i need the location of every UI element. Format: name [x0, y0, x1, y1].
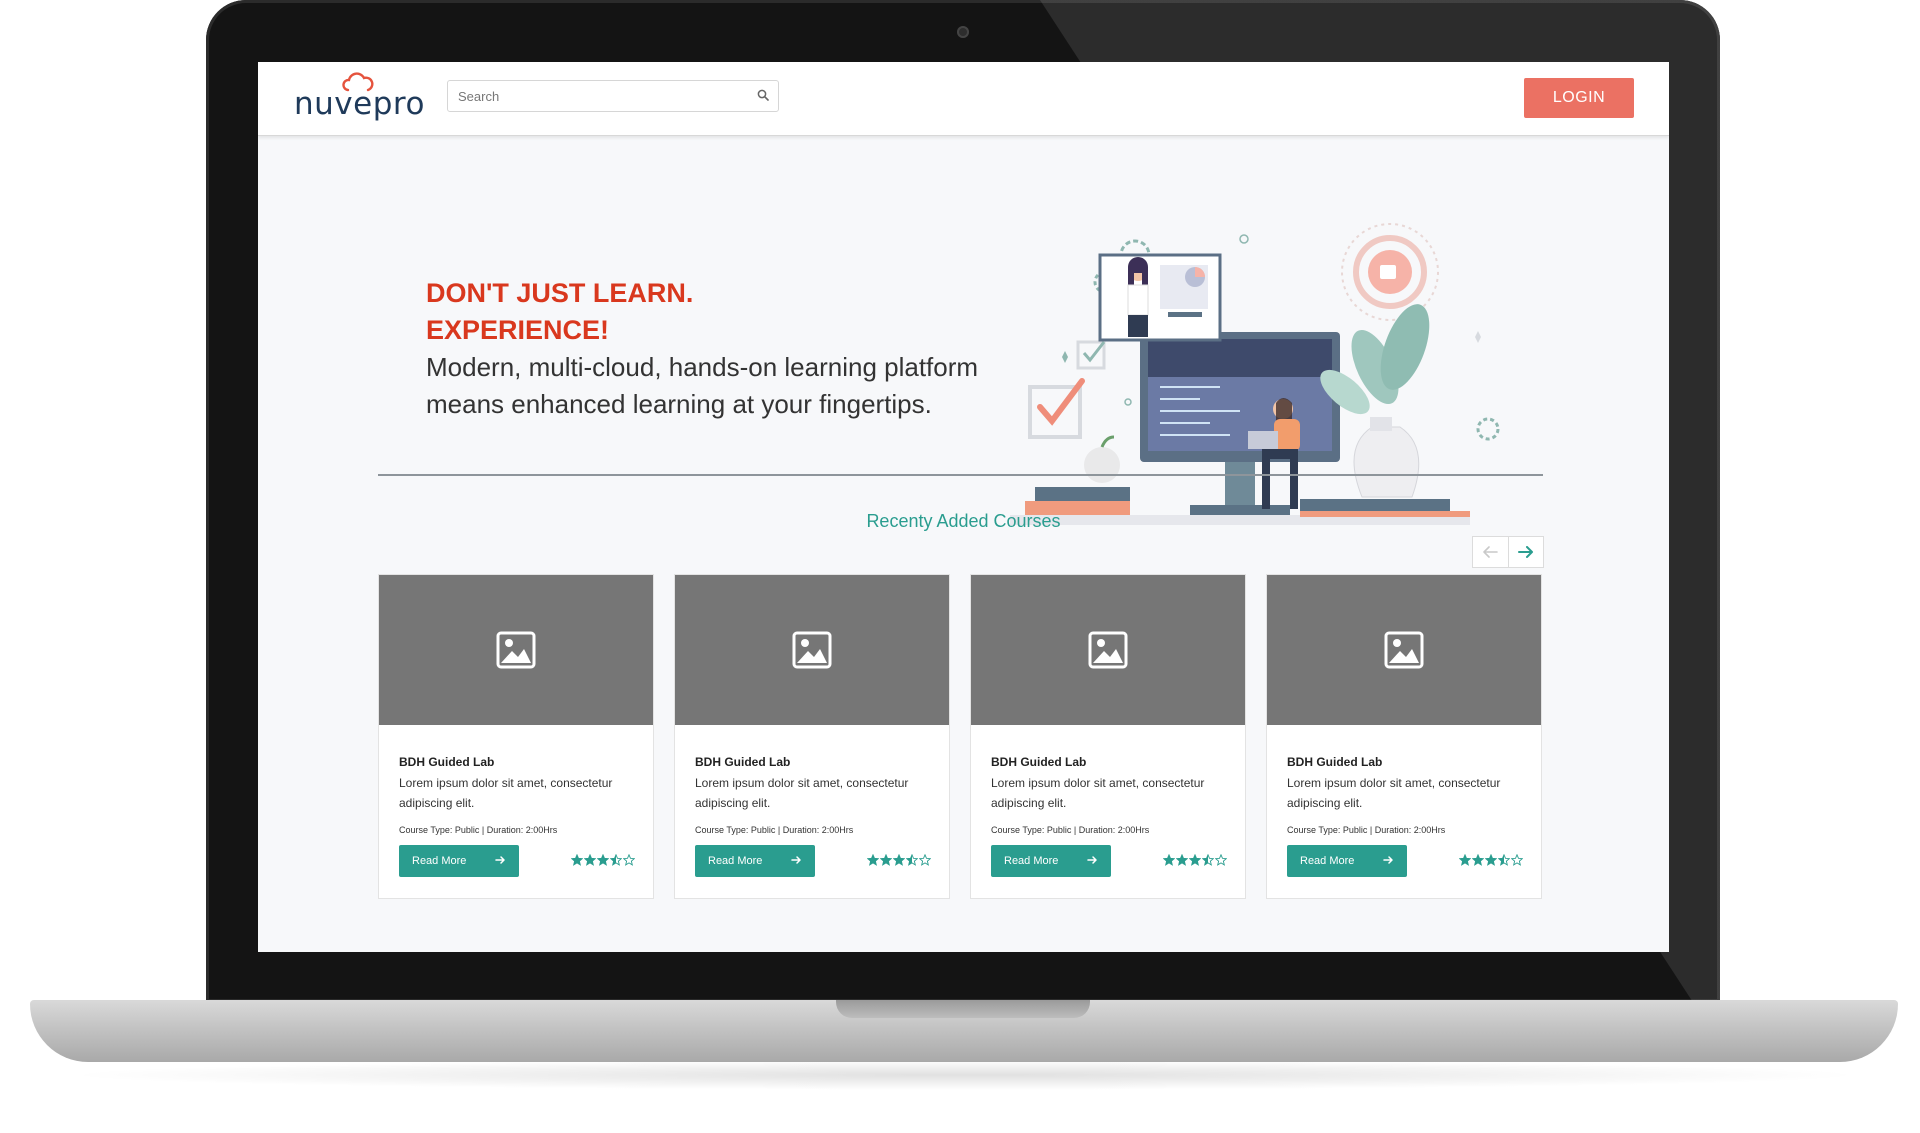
- course-title: BDH Guided Lab: [695, 755, 791, 769]
- hero-headline-1: DON'T JUST LEARN.: [426, 278, 694, 308]
- camera-icon: [957, 26, 969, 38]
- course-duration: Duration: 2:00Hrs: [1374, 825, 1446, 835]
- course-title: BDH Guided Lab: [1287, 755, 1383, 769]
- hero-divider: [378, 474, 1543, 476]
- course-image: [1267, 575, 1541, 725]
- arrow-left-icon: [1483, 546, 1499, 558]
- course-card[interactable]: BDH Guided Lab Lorem ipsum dolor sit ame…: [674, 574, 950, 899]
- laptop-notch: [836, 1000, 1090, 1018]
- course-description: Lorem ipsum dolor sit amet, consectetur …: [695, 776, 909, 810]
- star-icon: [623, 854, 635, 866]
- image-placeholder-icon: [496, 631, 536, 669]
- section-title: Recenty Added Courses: [866, 511, 1061, 531]
- star-icon: [584, 854, 596, 866]
- star-icon: [893, 854, 905, 866]
- logo-text: nuvepro: [294, 86, 425, 122]
- course-type: Course Type: Public: [399, 825, 480, 835]
- course-image: [675, 575, 949, 725]
- star-icon: [919, 854, 931, 866]
- star-icon: [1189, 854, 1201, 866]
- course-type: Course Type: Public: [991, 825, 1072, 835]
- laptop-shadow: [60, 1060, 1870, 1090]
- image-placeholder-icon: [1088, 631, 1128, 669]
- search-input[interactable]: [456, 81, 740, 111]
- star-icon: [1202, 854, 1214, 866]
- course-card[interactable]: BDH Guided Lab Lorem ipsum dolor sit ame…: [1266, 574, 1542, 899]
- course-duration: Duration: 2:00Hrs: [486, 825, 558, 835]
- screen: nuvepro LOGIN DON'T JUST LEARN. EXPERIEN…: [258, 62, 1669, 952]
- read-more-button[interactable]: Read More: [399, 845, 519, 877]
- course-description: Lorem ipsum dolor sit amet, consectetur …: [991, 776, 1205, 810]
- star-icon: [597, 854, 609, 866]
- star-icon: [1485, 854, 1497, 866]
- rating-stars: [571, 854, 635, 866]
- carousel-next-button[interactable]: [1509, 537, 1544, 567]
- course-image: [971, 575, 1245, 725]
- hero-text: DON'T JUST LEARN. EXPERIENCE! Modern, mu…: [426, 275, 1026, 423]
- image-placeholder-icon: [792, 631, 832, 669]
- read-more-button[interactable]: Read More: [991, 845, 1111, 877]
- rating-stars: [1459, 854, 1523, 866]
- read-more-label: Read More: [708, 855, 763, 867]
- arrow-right-icon: [791, 856, 801, 864]
- star-icon: [867, 854, 879, 866]
- course-type: Course Type: Public: [1287, 825, 1368, 835]
- read-more-button[interactable]: Read More: [1287, 845, 1407, 877]
- rating-stars: [1163, 854, 1227, 866]
- arrow-right-icon: [495, 856, 505, 864]
- search-icon[interactable]: [757, 89, 769, 101]
- arrow-right-icon: [1517, 546, 1533, 558]
- hero-headline-2: EXPERIENCE!: [426, 315, 610, 345]
- course-meta: Course Type: Public | Duration: 2:00Hrs: [1287, 825, 1446, 835]
- login-button[interactable]: LOGIN: [1524, 78, 1634, 118]
- course-duration: Duration: 2:00Hrs: [782, 825, 854, 835]
- course-image: [379, 575, 653, 725]
- carousel-nav: [1472, 536, 1544, 568]
- hero-subline-1: Modern, multi-cloud, hands-on learning p…: [426, 352, 979, 382]
- star-icon: [880, 854, 892, 866]
- arrow-right-icon: [1087, 856, 1097, 864]
- read-more-button[interactable]: Read More: [695, 845, 815, 877]
- course-meta: Course Type: Public | Duration: 2:00Hrs: [695, 825, 854, 835]
- read-more-label: Read More: [1004, 855, 1059, 867]
- image-placeholder-icon: [1384, 631, 1424, 669]
- course-description: Lorem ipsum dolor sit amet, consectetur …: [1287, 776, 1501, 810]
- arrow-right-icon: [1383, 856, 1393, 864]
- star-icon: [1176, 854, 1188, 866]
- course-card[interactable]: BDH Guided Lab Lorem ipsum dolor sit ame…: [970, 574, 1246, 899]
- star-icon: [610, 854, 622, 866]
- course-duration: Duration: 2:00Hrs: [1078, 825, 1150, 835]
- carousel-prev-button[interactable]: [1473, 537, 1509, 567]
- star-icon: [1498, 854, 1510, 866]
- star-icon: [906, 854, 918, 866]
- logo[interactable]: nuvepro: [294, 72, 424, 126]
- star-icon: [1472, 854, 1484, 866]
- search-box: [447, 80, 779, 112]
- read-more-label: Read More: [412, 855, 467, 867]
- hero-illustration: [1010, 223, 1500, 525]
- course-meta: Course Type: Public | Duration: 2:00Hrs: [399, 825, 558, 835]
- hero-subline-2: means enhanced learning at your fingerti…: [426, 389, 932, 419]
- star-icon: [1215, 854, 1227, 866]
- course-card[interactable]: BDH Guided Lab Lorem ipsum dolor sit ame…: [378, 574, 654, 899]
- course-title: BDH Guided Lab: [991, 755, 1087, 769]
- course-title: BDH Guided Lab: [399, 755, 495, 769]
- course-description: Lorem ipsum dolor sit amet, consectetur …: [399, 776, 613, 810]
- course-meta: Course Type: Public | Duration: 2:00Hrs: [991, 825, 1150, 835]
- star-icon: [1511, 854, 1523, 866]
- star-icon: [1459, 854, 1471, 866]
- rating-stars: [867, 854, 931, 866]
- course-cards: BDH Guided Lab Lorem ipsum dolor sit ame…: [378, 574, 1544, 899]
- star-icon: [1163, 854, 1175, 866]
- header: nuvepro LOGIN: [258, 62, 1669, 136]
- read-more-label: Read More: [1300, 855, 1355, 867]
- star-icon: [571, 854, 583, 866]
- course-type: Course Type: Public: [695, 825, 776, 835]
